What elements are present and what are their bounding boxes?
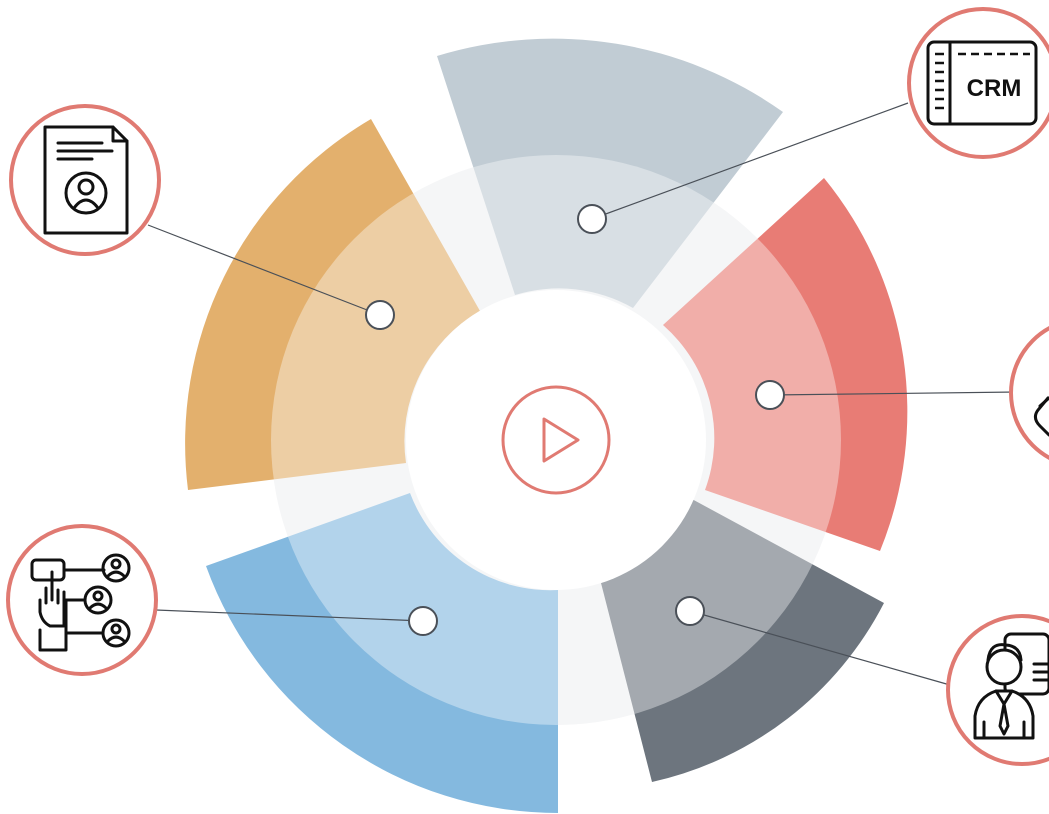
play-ring	[501, 385, 611, 495]
anchor-dot-crm[interactable]	[577, 204, 607, 234]
support-badge[interactable]	[1009, 319, 1049, 467]
anchor-dot-profile[interactable]	[365, 300, 395, 330]
anchor-dot-consultant[interactable]	[675, 596, 705, 626]
anchor-dot-support[interactable]	[755, 380, 785, 410]
consultant-badge[interactable]	[946, 614, 1049, 766]
center-play-button[interactable]	[501, 385, 611, 495]
profile-badge[interactable]	[9, 104, 161, 256]
support-badge-ring	[1009, 326, 1049, 460]
network-badge[interactable]	[6, 524, 158, 676]
crm-badge[interactable]: CRM	[907, 7, 1049, 159]
crm-icon-text: CRM	[967, 75, 1022, 102]
segmented-wheel-diagram: CRM	[6, 7, 1049, 814]
anchor-dot-network[interactable]	[408, 606, 438, 636]
